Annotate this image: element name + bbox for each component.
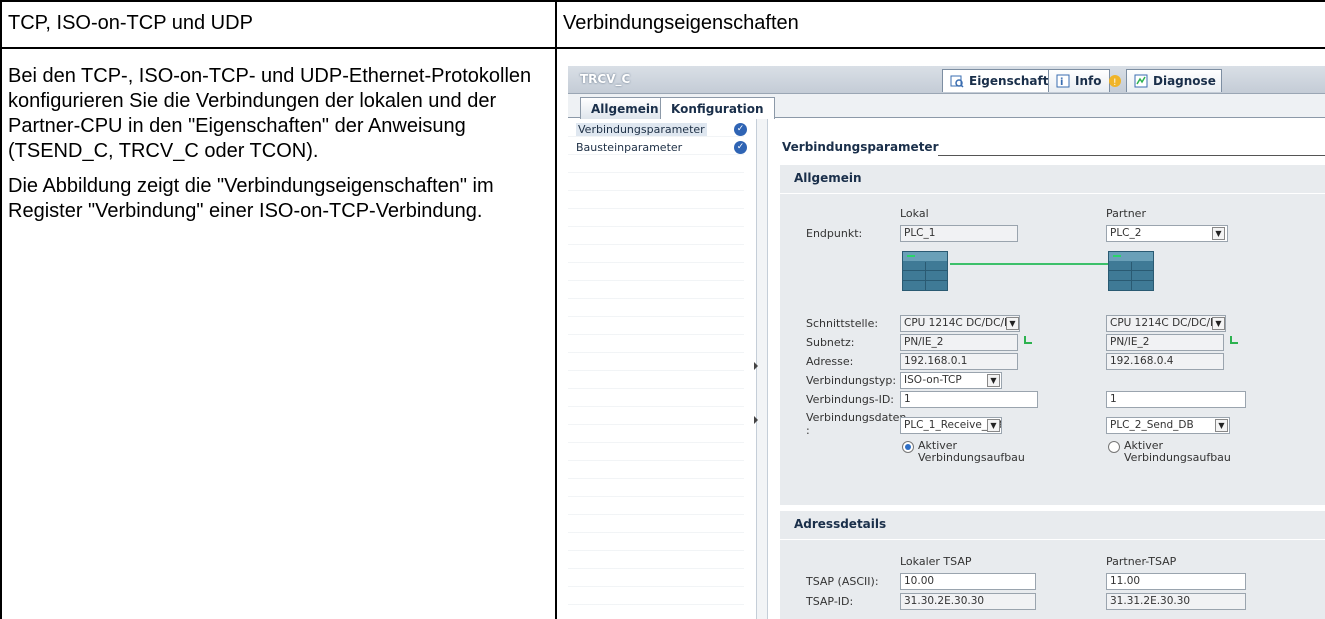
- local-plc-image: [902, 251, 948, 291]
- nav-item-bausteinparameter[interactable]: Bausteinparameter: [576, 141, 682, 154]
- connection-id-label: Verbindungs-ID:: [806, 393, 894, 406]
- window-title: TRCV_C: [580, 72, 631, 86]
- description-text: Bei den TCP-, ISO-on-TCP- und UDP-Ethern…: [8, 64, 548, 234]
- column-header-properties: Verbindungseigenschaften: [563, 12, 799, 34]
- partner-connection-data-select[interactable]: PLC_2_Send_DB: [1106, 417, 1230, 434]
- general-panel-header: Allgemein: [794, 171, 862, 185]
- interface-label: Schnittstelle:: [806, 317, 879, 330]
- splitter-arrow-icon[interactable]: [754, 416, 758, 424]
- tab-allgemein[interactable]: Allgemein: [580, 97, 670, 119]
- tsap-ascii-label: TSAP (ASCII):: [806, 575, 879, 588]
- partner-connection-id-input[interactable]: 1: [1106, 391, 1246, 408]
- chevron-down-icon[interactable]: ▼: [987, 419, 1000, 432]
- local-subnet-field: PN/IE_2: [900, 334, 1018, 351]
- tab-allgemein-label: Allgemein: [591, 102, 659, 116]
- tab-konfiguration[interactable]: Konfiguration: [660, 97, 775, 120]
- inspector-titlebar: TRCV_C Eigenschaften i Info ! Diagnose: [568, 66, 1325, 94]
- partner-active-connection-radio[interactable]: [1108, 441, 1120, 453]
- general-panel: Allgemein Lokal Partner Endpunkt: PLC_1 …: [780, 165, 1325, 505]
- partner-tsap-ascii-input[interactable]: 11.00: [1106, 573, 1246, 590]
- chevron-down-icon[interactable]: ▼: [987, 374, 1000, 387]
- partner-address-field: 192.168.0.4: [1106, 353, 1224, 370]
- svg-text:i: i: [1060, 77, 1063, 88]
- info-icon: i: [1056, 74, 1070, 88]
- address-details-divider: [780, 539, 1325, 540]
- column-label-local: Lokal: [900, 207, 929, 220]
- local-address-field: 192.168.0.1: [900, 353, 1018, 370]
- table-top-border: [0, 0, 1325, 2]
- chevron-down-icon[interactable]: ▼: [1212, 317, 1225, 330]
- check-icon: ✓: [734, 141, 747, 154]
- chevron-down-icon[interactable]: ▼: [1006, 317, 1019, 330]
- local-interface-select[interactable]: CPU 1214C DC/DC/DC, IE: [900, 315, 1020, 332]
- connection-type-label: Verbindungstyp:: [806, 374, 897, 387]
- tab-info[interactable]: i Info: [1048, 69, 1111, 92]
- connection-line: [950, 263, 1108, 265]
- local-tsap-ascii-input[interactable]: 10.00: [900, 573, 1036, 590]
- address-details-panel: Adressdetails Lokaler TSAP Partner-TSAP …: [780, 511, 1325, 619]
- section-navigation: Verbindungsparameter ✓ Bausteinparameter…: [568, 119, 760, 619]
- connection-data-label-colon: :: [806, 424, 810, 437]
- inspector-tab-row: Allgemein Konfiguration: [568, 94, 1325, 120]
- diagnostics-icon: [1134, 74, 1148, 88]
- local-connection-id-input[interactable]: 1: [900, 391, 1038, 408]
- partner-tsap-id-field: 31.31.2E.30.30: [1106, 593, 1246, 610]
- radio-label-line2: Verbindungsaufbau: [918, 451, 1025, 464]
- partner-plc-image: [1108, 251, 1154, 291]
- general-panel-divider: [780, 193, 1325, 194]
- local-active-connection-radio[interactable]: [902, 441, 914, 453]
- tab-info-label: Info: [1075, 74, 1102, 88]
- local-tsap-id-field: 31.30.2E.30.30: [900, 593, 1036, 610]
- properties-icon: [950, 75, 964, 88]
- local-endpoint-field: PLC_1: [900, 225, 1018, 242]
- column-label-local-tsap: Lokaler TSAP: [900, 555, 972, 568]
- tsap-id-label: TSAP-ID:: [806, 595, 854, 608]
- tab-diagnose[interactable]: Diagnose: [1126, 69, 1222, 92]
- column-header-protocols: TCP, ISO-on-TCP und UDP: [8, 12, 253, 34]
- nav-row-stripes: [568, 119, 744, 619]
- table-header-border: [0, 47, 1325, 49]
- connection-properties-screenshot: TRCV_C Eigenschaften i Info ! Diagnose A…: [568, 66, 1325, 619]
- section-title-rule: [938, 155, 1325, 156]
- partner-interface-select[interactable]: CPU 1214C DC/DC/DC, IE: [1106, 315, 1226, 332]
- tab-diagnose-label: Diagnose: [1153, 74, 1216, 88]
- table-left-border: [0, 0, 2, 619]
- endpoint-label: Endpunkt:: [806, 227, 863, 240]
- address-label: Adresse:: [806, 355, 854, 368]
- partner-subnet-field: PN/IE_2: [1106, 334, 1224, 351]
- description-paragraph-2: Die Abbildung zeigt die "Verbindungseige…: [8, 175, 494, 222]
- document-table: TCP, ISO-on-TCP und UDP Verbindungseigen…: [0, 0, 1325, 619]
- nav-item-verbindungsparameter[interactable]: Verbindungsparameter: [576, 123, 707, 136]
- table-column-divider: [555, 0, 557, 619]
- chevron-down-icon[interactable]: ▼: [1212, 227, 1225, 240]
- connection-parameters-content: Verbindungsparameter Allgemein Lokal Par…: [770, 119, 1325, 619]
- subnet-icon: [1024, 336, 1032, 344]
- partner-endpoint-select[interactable]: PLC_2: [1106, 225, 1228, 242]
- connection-data-label: Verbindungsdaten: [806, 411, 907, 424]
- section-title: Verbindungsparameter: [782, 140, 939, 154]
- column-label-partner-tsap: Partner-TSAP: [1106, 555, 1177, 568]
- description-paragraph-1: Bei den TCP-, ISO-on-TCP- und UDP-Ethern…: [8, 65, 532, 162]
- subnet-icon: [1230, 336, 1238, 344]
- svg-text:!: !: [1113, 78, 1117, 88]
- address-details-header: Adressdetails: [794, 517, 887, 531]
- radio-label-line2: Verbindungsaufbau: [1124, 451, 1231, 464]
- chevron-down-icon[interactable]: ▼: [1215, 419, 1228, 432]
- splitter-arrow-icon[interactable]: [754, 362, 758, 370]
- check-icon: ✓: [734, 123, 747, 136]
- local-active-connection-label: Aktiver Verbindungsaufbau: [918, 440, 1038, 464]
- subnet-label: Subnetz:: [806, 336, 855, 349]
- warning-info-icon: !: [1109, 75, 1121, 88]
- partner-active-connection-label: Aktiver Verbindungsaufbau: [1124, 440, 1244, 464]
- column-label-partner: Partner: [1106, 207, 1146, 220]
- tab-konfiguration-label: Konfiguration: [671, 102, 764, 116]
